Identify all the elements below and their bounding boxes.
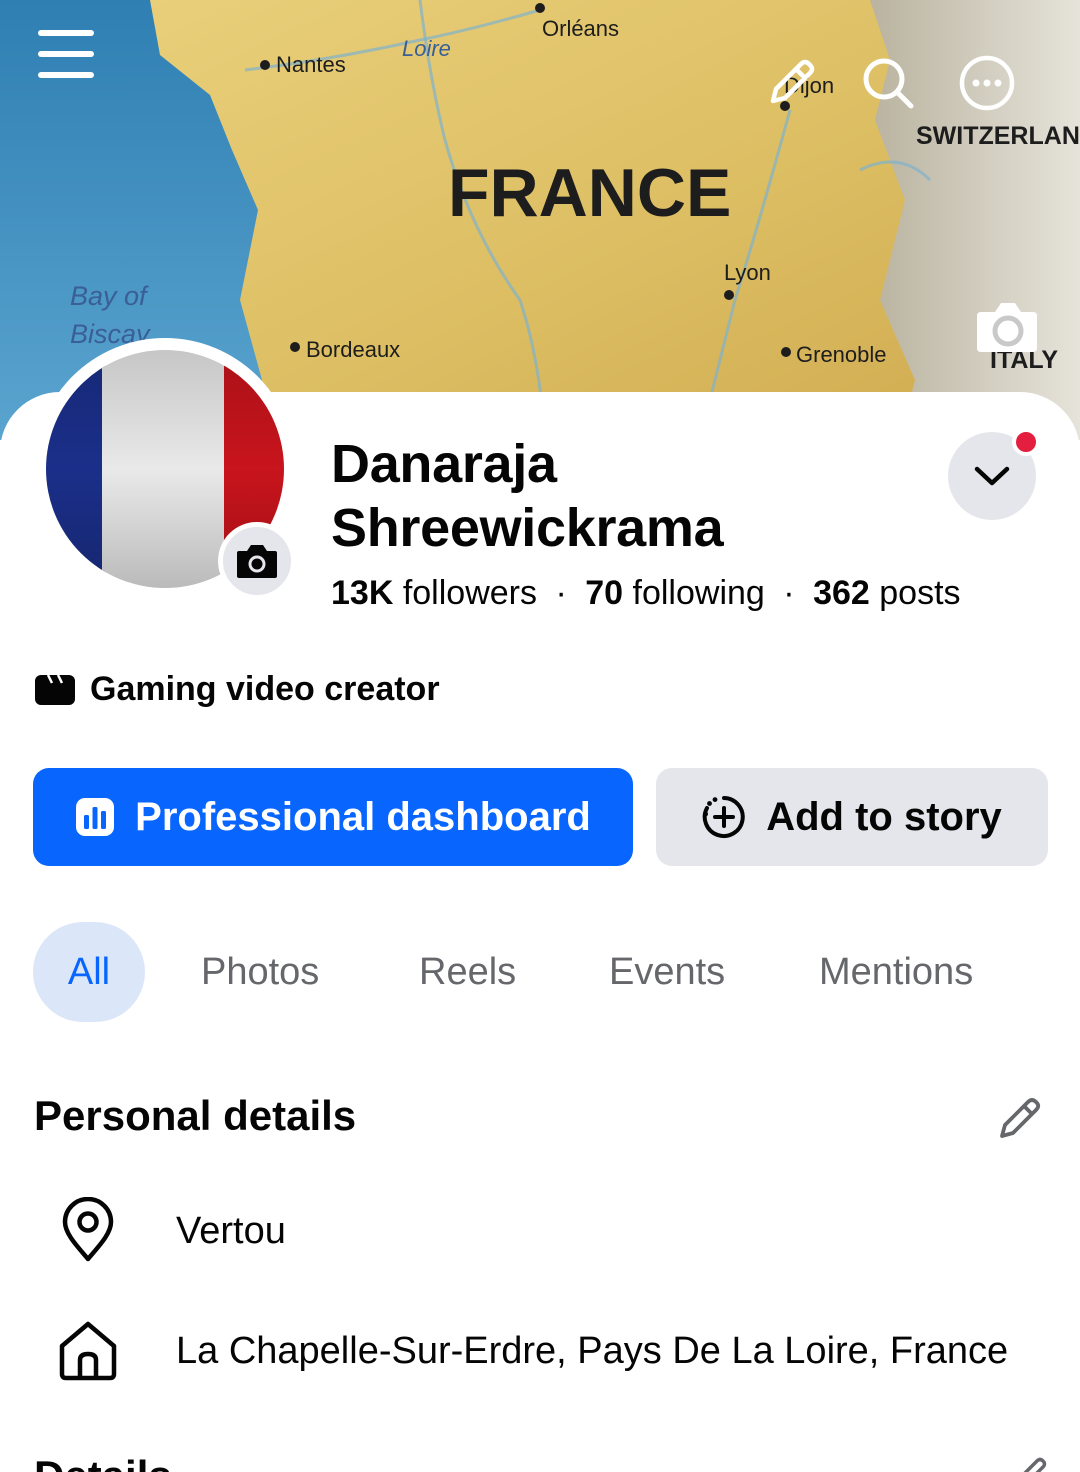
map-country-label: FRANCE xyxy=(448,155,731,231)
current-city-text: Vertou xyxy=(176,1210,286,1252)
map-river-label: Loire xyxy=(402,36,451,61)
add-to-story-label: Add to story xyxy=(766,794,1002,839)
following-label[interactable]: following xyxy=(633,574,765,612)
followers-count[interactable]: 13K xyxy=(331,574,393,612)
hometown-row[interactable]: La Chapelle-Sur-Erdre, Pays De La Loire,… xyxy=(0,1310,1080,1390)
hometown-text: La Chapelle-Sur-Erdre, Pays De La Loire,… xyxy=(176,1330,1009,1372)
profile-name: Danaraja Shreewickrama xyxy=(331,434,724,558)
notification-dot xyxy=(1012,428,1040,456)
professional-dashboard-label: Professional dashboard xyxy=(135,794,591,839)
separator-dot: · xyxy=(783,574,795,612)
pencil-icon[interactable] xyxy=(760,54,822,112)
map-sea-label-1: Bay of xyxy=(70,281,149,311)
separator-dot: · xyxy=(555,574,567,612)
tab-reels[interactable]: Reels xyxy=(419,922,516,1022)
dashboard-icon xyxy=(75,797,115,837)
map-neighbor-switzerland: SWITZERLAND xyxy=(916,122,1080,150)
tab-photos[interactable]: Photos xyxy=(201,922,319,1022)
category-label: Gaming video creator xyxy=(90,669,440,708)
pencil-icon xyxy=(995,1093,1045,1143)
tab-all[interactable]: All xyxy=(33,922,145,1022)
menu-icon[interactable] xyxy=(34,24,98,84)
details-section-title: Details xyxy=(34,1452,172,1472)
tab-mentions[interactable]: Mentions xyxy=(819,922,973,1022)
camera-icon[interactable] xyxy=(974,296,1040,356)
map-city-orleans: Orléans xyxy=(542,16,619,41)
chevron-down-icon xyxy=(972,464,1012,488)
map-city-lyon: Lyon xyxy=(724,260,771,285)
professional-dashboard-button[interactable]: Professional dashboard xyxy=(33,768,633,866)
avatar-camera-button[interactable] xyxy=(218,522,296,600)
home-icon xyxy=(56,1316,120,1384)
pencil-icon[interactable] xyxy=(1010,1454,1050,1472)
search-icon[interactable] xyxy=(858,54,918,112)
more-icon[interactable] xyxy=(956,52,1018,114)
location-pin-icon xyxy=(56,1196,120,1264)
profile-category: Gaming video creator xyxy=(34,668,440,710)
map-city-nantes: Nantes xyxy=(276,52,346,77)
add-to-story-button[interactable]: Add to story xyxy=(656,768,1048,866)
current-city-row[interactable]: Vertou xyxy=(0,1190,1080,1270)
edit-details-button[interactable] xyxy=(992,1090,1048,1146)
camera-icon xyxy=(235,542,279,580)
map-city-grenoble: Grenoble xyxy=(796,342,887,367)
profile-stats: 13K followers · 70 following · 362 posts xyxy=(331,572,961,614)
tab-events[interactable]: Events xyxy=(609,922,725,1022)
personal-details-title: Personal details xyxy=(34,1092,357,1139)
posts-label: posts xyxy=(879,574,961,612)
followers-label[interactable]: followers xyxy=(403,574,537,612)
following-count[interactable]: 70 xyxy=(585,574,623,612)
add-story-icon xyxy=(702,795,746,839)
map-city-bordeaux: Bordeaux xyxy=(306,337,400,362)
posts-count: 362 xyxy=(813,574,870,612)
clapperboard-icon xyxy=(34,672,76,706)
